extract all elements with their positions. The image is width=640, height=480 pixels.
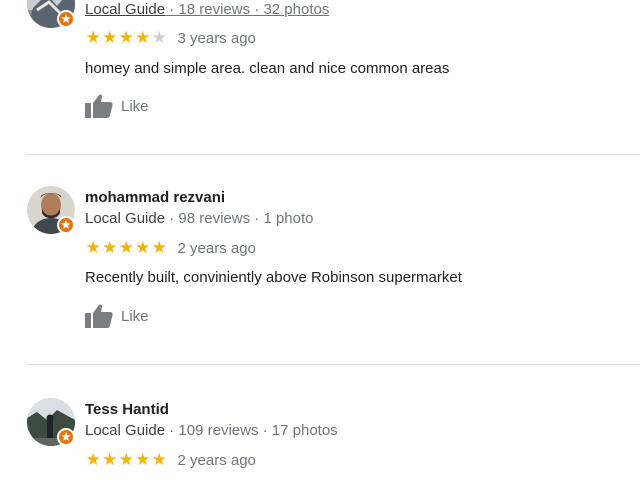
review-date: 3 years ago — [177, 29, 256, 47]
reviewer-meta[interactable]: Local Guide · 18 reviews · 32 photos — [85, 1, 329, 18]
local-guide-label: Local Guide — [85, 210, 166, 227]
star-filled-icon: ★ — [85, 27, 101, 48]
rating-row: ★ ★ ★ ★ ★ 2 years ago — [85, 450, 256, 470]
review-card: Local Guide · 18 reviews · 32 photos ★ ★ ★… — [0, 0, 640, 150]
star-rating: ★ ★ ★ ★ ★ — [85, 449, 168, 470]
star-empty-icon: ★ — [151, 27, 167, 48]
meta-separator: · — [250, 1, 264, 18]
review-text: Recently built, conviniently above Robin… — [85, 269, 462, 286]
rating-row: ★ ★ ★ ★ ★ 2 years ago — [85, 238, 256, 258]
star-filled-icon: ★ — [102, 27, 118, 48]
star-filled-icon: ★ — [102, 449, 118, 470]
reviews-count[interactable]: 109 reviews — [178, 422, 258, 439]
review-date: 2 years ago — [177, 239, 256, 257]
like-label: Like — [121, 307, 149, 325]
thumb-up-icon — [85, 94, 113, 118]
star-rating: ★ ★ ★ ★ ★ — [85, 237, 168, 258]
star-filled-icon: ★ — [85, 449, 101, 470]
review-card: mohammad rezvani Local Guide · 98 review… — [0, 186, 640, 346]
photos-count[interactable]: 32 photos — [263, 1, 329, 18]
local-guide-badge-icon — [57, 10, 75, 28]
meta-separator: · — [165, 1, 179, 18]
rating-row: ★ ★ ★ ★ ★ 3 years ago — [85, 28, 256, 48]
review-divider — [27, 154, 640, 155]
reviewer-avatar[interactable] — [27, 0, 75, 28]
like-button[interactable]: Like — [85, 93, 149, 119]
like-button[interactable]: Like — [85, 303, 149, 329]
local-guide-badge-icon — [57, 216, 75, 234]
reviews-count[interactable]: 98 reviews — [178, 210, 250, 227]
reviewer-name[interactable]: mohammad rezvani — [85, 189, 225, 206]
star-filled-icon: ★ — [151, 237, 167, 258]
star-filled-icon: ★ — [102, 237, 118, 258]
reviews-list: Local Guide · 18 reviews · 32 photos ★ ★ ★… — [0, 0, 640, 480]
review-text: homey and simple area. clean and nice co… — [85, 60, 450, 77]
meta-separator: · — [250, 210, 264, 227]
meta-separator: · — [165, 422, 179, 439]
reviewer-name[interactable]: Tess Hantid — [85, 401, 169, 418]
review-divider — [27, 364, 640, 365]
reviewer-meta: Local Guide · 109 reviews · 17 photos — [85, 422, 338, 439]
reviewer-meta: Local Guide · 98 reviews · 1 photo — [85, 210, 314, 227]
star-filled-icon: ★ — [85, 237, 101, 258]
local-guide-badge-icon — [57, 428, 75, 446]
reviewer-avatar[interactable] — [27, 398, 75, 446]
meta-separator: · — [165, 210, 179, 227]
reviewer-avatar[interactable] — [27, 186, 75, 234]
reviews-count[interactable]: 18 reviews — [178, 1, 250, 18]
star-filled-icon: ★ — [118, 449, 134, 470]
photos-count[interactable]: 1 photo — [263, 210, 313, 227]
review-date: 2 years ago — [177, 451, 256, 469]
photos-count[interactable]: 17 photos — [272, 422, 338, 439]
local-guide-label: Local Guide — [85, 422, 166, 439]
local-guide-label: Local Guide — [85, 1, 166, 18]
star-filled-icon: ★ — [135, 237, 151, 258]
star-filled-icon: ★ — [135, 27, 151, 48]
like-label: Like — [121, 97, 149, 115]
star-filled-icon: ★ — [151, 449, 167, 470]
review-card: Tess Hantid Local Guide · 109 reviews · … — [0, 398, 640, 480]
star-filled-icon: ★ — [118, 27, 134, 48]
meta-separator: · — [258, 422, 272, 439]
star-filled-icon: ★ — [118, 237, 134, 258]
thumb-up-icon — [85, 304, 113, 328]
star-rating: ★ ★ ★ ★ ★ — [85, 27, 168, 48]
star-filled-icon: ★ — [135, 449, 151, 470]
